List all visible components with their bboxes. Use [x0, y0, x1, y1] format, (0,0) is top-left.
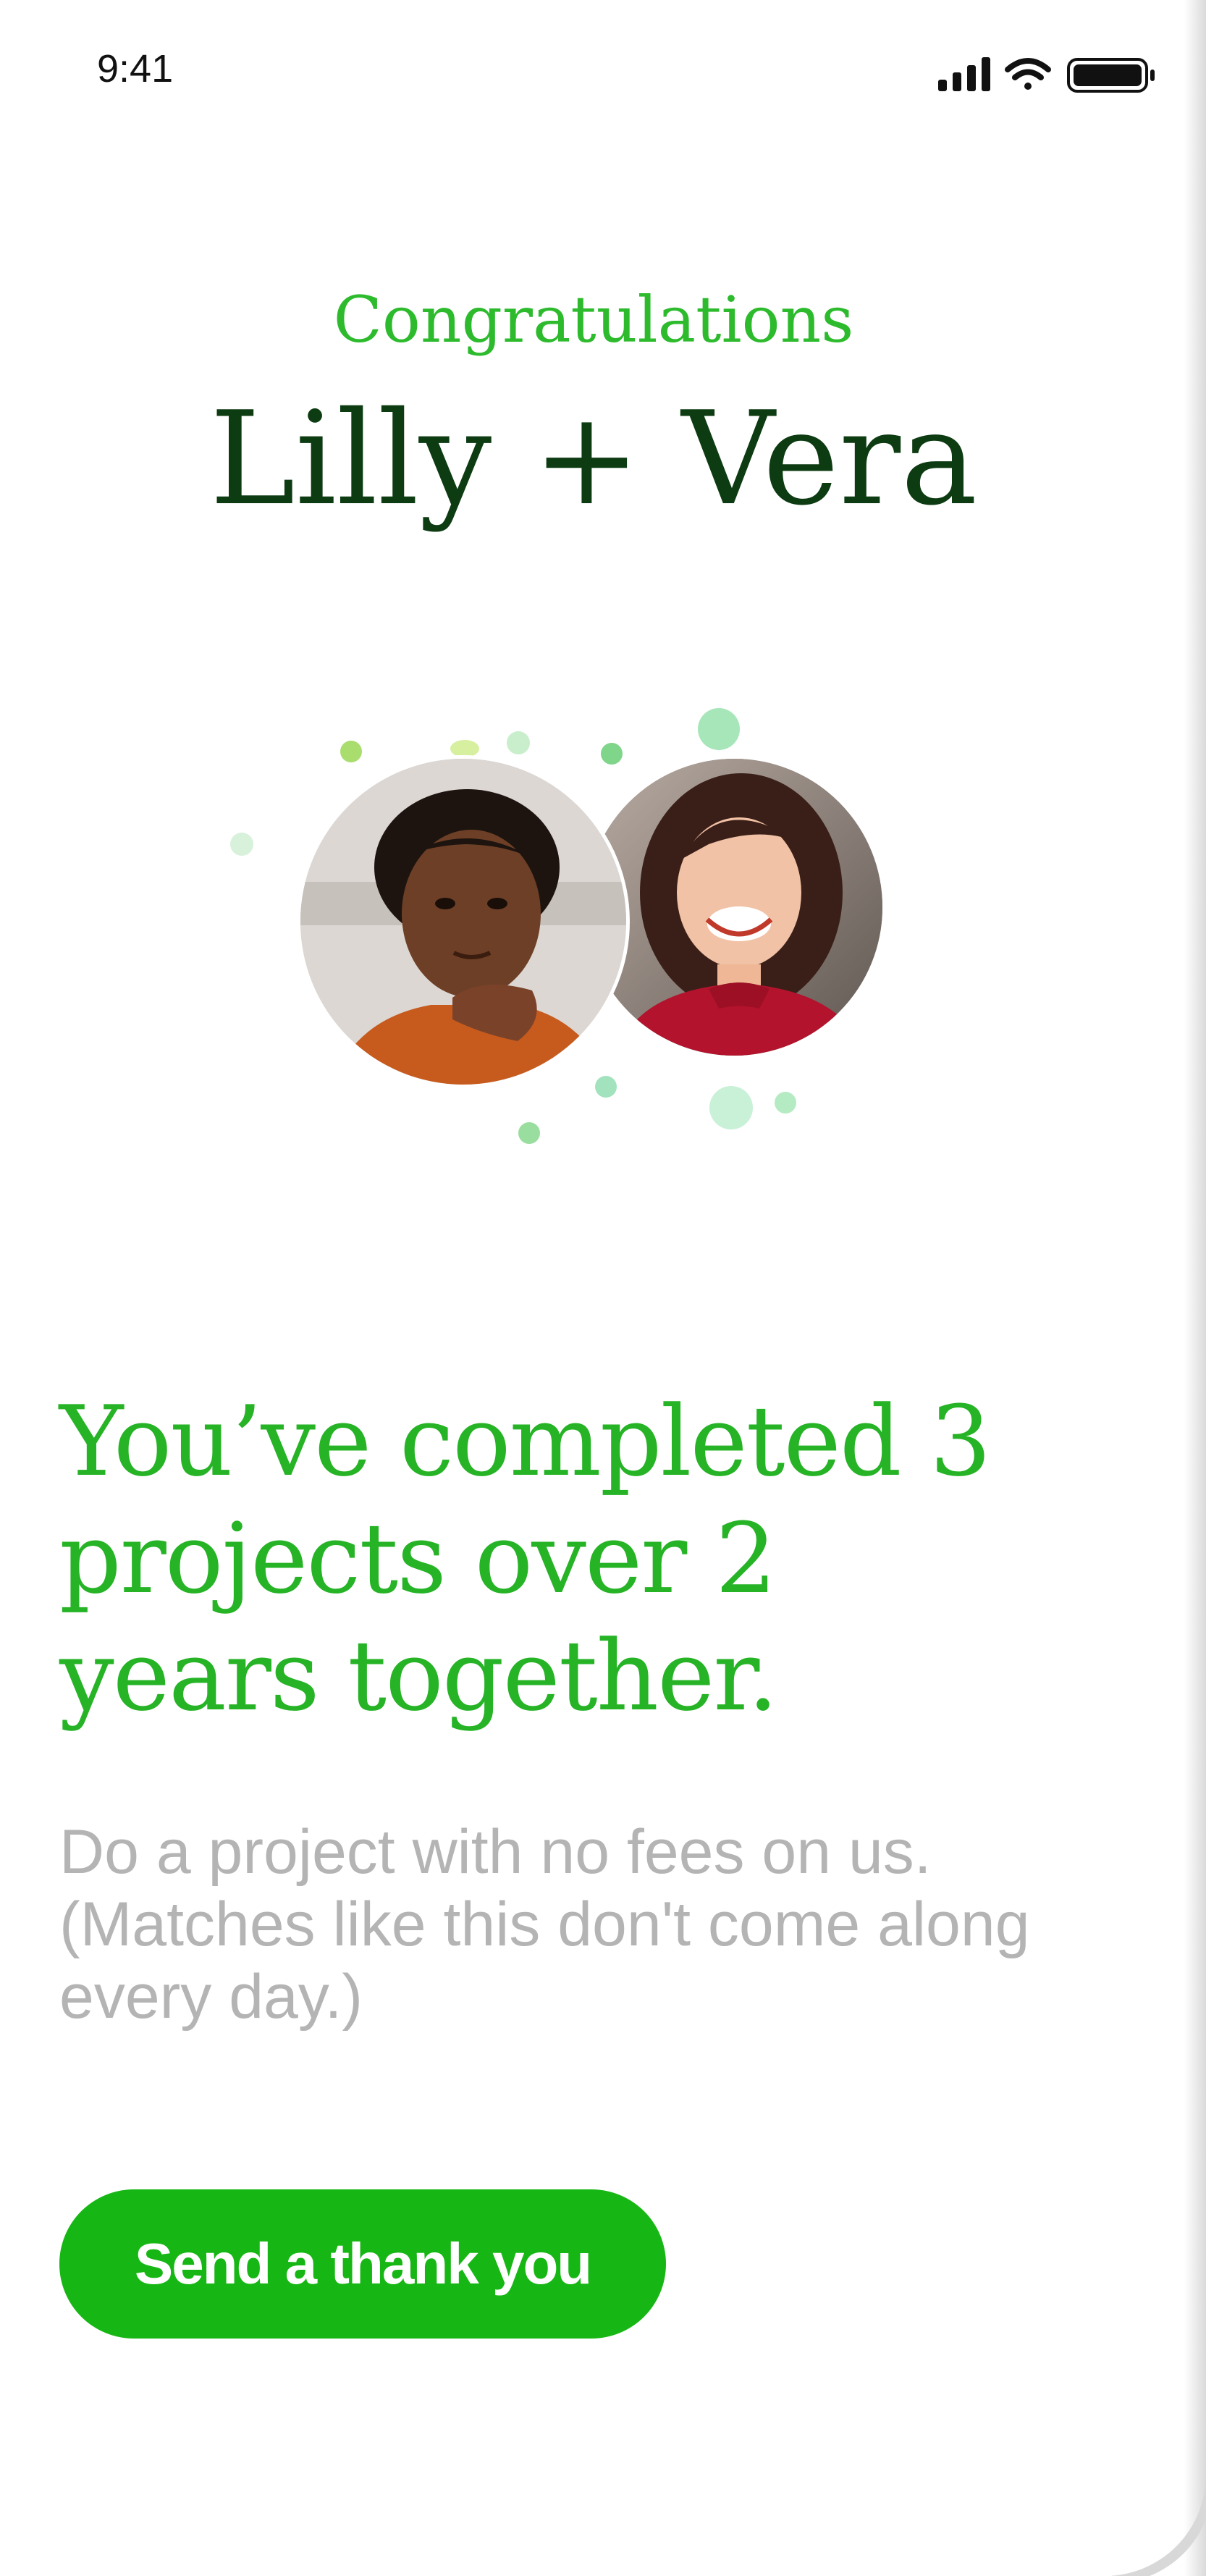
status-icons — [938, 57, 1155, 93]
confetti-dot — [709, 1086, 753, 1129]
avatar-group — [203, 681, 927, 1144]
celebration-screen: 9:41 Congratulations Lilly + Vera You’ve… — [0, 0, 1206, 2576]
device-frame-edge — [1184, 0, 1206, 2576]
body-line: Do a project with no fees on us. — [59, 1817, 932, 1887]
headline-line: projects over 2 — [59, 1502, 777, 1615]
confetti-dot — [698, 708, 740, 750]
avatar-lilly — [297, 755, 630, 1088]
offer-description: Do a project with no fees on us. (Matche… — [59, 1816, 1095, 2033]
confetti-dot — [340, 741, 362, 762]
confetti-dot — [507, 731, 530, 754]
confetti-dot — [601, 743, 623, 765]
confetti-dot — [595, 1076, 617, 1098]
status-time: 9:41 — [97, 47, 174, 91]
status-bar: 9:41 — [0, 0, 1187, 145]
person-portrait-icon — [586, 759, 882, 1056]
body-line: (Matches like this don't come along — [59, 1890, 1030, 1959]
battery-icon — [1067, 58, 1155, 93]
achievement-headline: You’ve completed 3 projects over 2 years… — [59, 1383, 1131, 1735]
couple-names-title: Lilly + Vera — [209, 384, 978, 534]
confetti-dot — [518, 1122, 540, 1144]
wifi-icon — [1005, 58, 1051, 90]
confetti-dot — [230, 833, 253, 856]
send-thank-you-button[interactable]: Send a thank you — [59, 2189, 666, 2339]
cellular-signal-icon — [938, 57, 990, 91]
headline-line: years together. — [59, 1620, 778, 1733]
person-portrait-icon — [300, 759, 626, 1085]
congratulations-eyebrow: Congratulations — [333, 282, 854, 357]
confetti-dot — [775, 1092, 796, 1114]
body-line: every day.) — [59, 1962, 363, 2032]
headline-line: You’ve completed 3 — [59, 1385, 991, 1498]
